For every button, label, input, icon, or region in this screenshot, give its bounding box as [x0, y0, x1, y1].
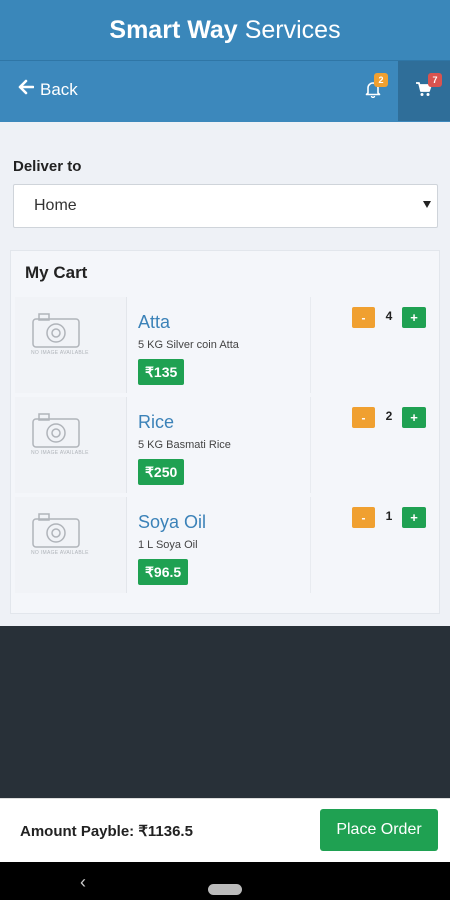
cart-item: NO IMAGE AVAILABLE Soya Oil 1 L Soya Oil… — [15, 497, 435, 593]
back-label: Back — [40, 79, 78, 99]
delivery-address-select[interactable]: Home — [13, 184, 438, 228]
back-button[interactable]: Back — [18, 79, 78, 100]
checkout-footer: Amount Payble: ₹1136.5 Place Order — [0, 798, 450, 862]
no-image-text: NO IMAGE AVAILABLE — [31, 450, 89, 456]
no-image-text: NO IMAGE AVAILABLE — [31, 550, 89, 556]
arrow-left-icon — [18, 79, 40, 100]
main-content: Deliver to Home My Cart NO IMAGE AVAILAB… — [0, 122, 450, 626]
app-title-rest: Services — [244, 15, 341, 44]
quantity-value: 1 — [385, 509, 393, 523]
cart-panel: My Cart NO IMAGE AVAILABLE Atta 5 KG Sil… — [10, 250, 440, 614]
quantity-value: 4 — [385, 309, 393, 323]
cart-item: NO IMAGE AVAILABLE Atta 5 KG Silver coin… — [15, 297, 435, 393]
caret-down-icon — [423, 201, 431, 208]
system-home-pill[interactable] — [208, 884, 242, 895]
no-image-text: NO IMAGE AVAILABLE — [31, 350, 89, 356]
decrease-quantity-button[interactable]: - — [352, 507, 375, 528]
price-badge: ₹250 — [138, 459, 185, 485]
empty-background-area — [0, 626, 450, 798]
deliver-to-label: Deliver to — [13, 158, 82, 175]
item-name[interactable]: Atta — [138, 312, 170, 333]
delivery-address-value: Home — [34, 197, 77, 214]
nav-bar: Back 2 7 — [0, 60, 450, 122]
amount-payable: Amount Payble: ₹1136.5 — [20, 823, 193, 840]
system-navigation-bar: ‹ — [0, 862, 450, 900]
cart-title: My Cart — [25, 263, 88, 282]
item-description: 5 KG Silver coin Atta — [138, 339, 239, 351]
quantity-value: 2 — [385, 409, 393, 423]
decrease-quantity-button[interactable]: - — [352, 307, 375, 328]
product-thumbnail: NO IMAGE AVAILABLE — [15, 497, 127, 593]
price-badge: ₹96.5 — [138, 559, 189, 585]
product-thumbnail: NO IMAGE AVAILABLE — [15, 397, 127, 493]
item-name[interactable]: Rice — [138, 412, 174, 433]
item-name[interactable]: Soya Oil — [138, 512, 206, 533]
system-back-icon[interactable]: ‹ — [80, 872, 86, 893]
increase-quantity-button[interactable]: + — [402, 507, 426, 528]
item-description: 1 L Soya Oil — [138, 539, 198, 551]
app-title-bold: Smart Way — [109, 15, 238, 44]
item-description: 5 KG Basmati Rice — [138, 439, 231, 451]
notifications-button[interactable]: 2 — [348, 61, 398, 121]
cart-count-badge: 7 — [428, 73, 442, 87]
increase-quantity-button[interactable]: + — [402, 307, 426, 328]
notification-count-badge: 2 — [374, 73, 388, 87]
increase-quantity-button[interactable]: + — [402, 407, 426, 428]
price-badge: ₹135 — [138, 359, 185, 385]
app-title-bar: Smart Way Services — [0, 0, 450, 60]
cart-item: NO IMAGE AVAILABLE Rice 5 KG Basmati Ric… — [15, 397, 435, 493]
cart-button[interactable]: 7 — [398, 61, 450, 121]
product-thumbnail: NO IMAGE AVAILABLE — [15, 297, 127, 393]
decrease-quantity-button[interactable]: - — [352, 407, 375, 428]
place-order-button[interactable]: Place Order — [320, 809, 438, 851]
